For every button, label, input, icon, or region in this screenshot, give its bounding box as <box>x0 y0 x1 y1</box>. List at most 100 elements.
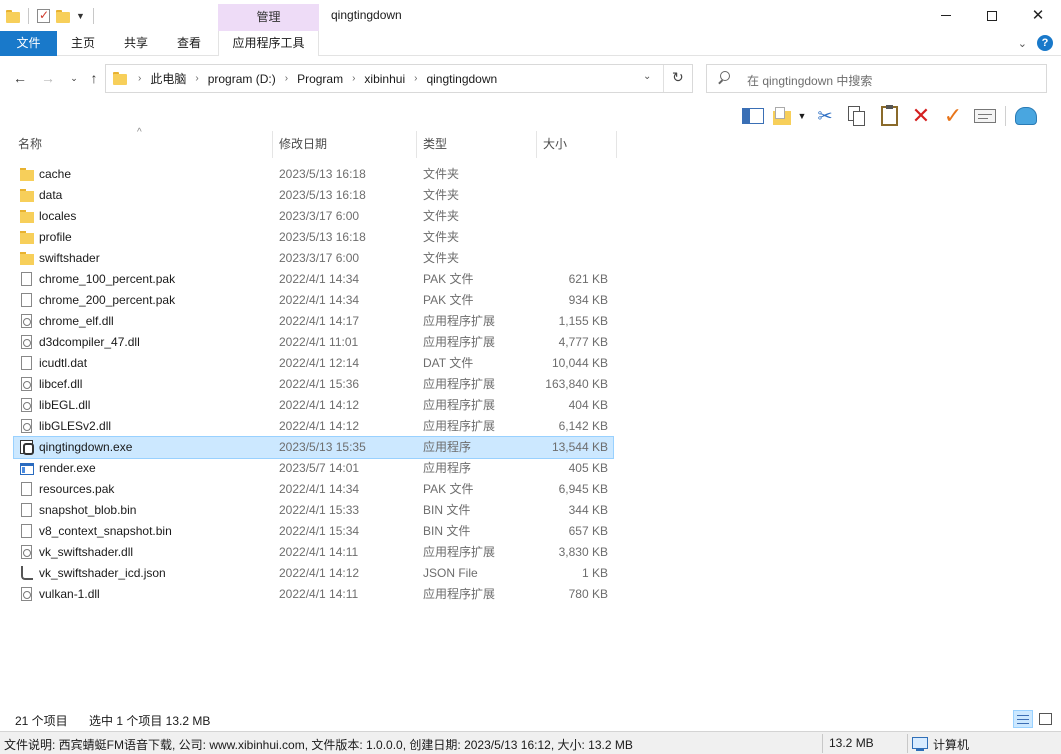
folder-file-icon <box>20 189 34 202</box>
cut-button[interactable]: ✂ <box>809 103 841 129</box>
tab-application-tools[interactable]: 应用程序工具 <box>218 31 319 56</box>
close-icon: ✕ <box>1031 7 1045 24</box>
file-type: BIN 文件 <box>423 503 471 517</box>
file-size: 621 KB <box>568 272 608 286</box>
back-button[interactable]: ← <box>9 67 31 89</box>
checkmark-icon: ✓ <box>943 103 963 128</box>
tab-file[interactable]: 文件 <box>0 31 57 56</box>
expand-ribbon-chevron-icon[interactable]: ⌄ <box>1018 37 1027 50</box>
large-icons-view-button[interactable] <box>1036 710 1056 728</box>
details-info-bar: 文件说明: 西宾蜻蜓FM语音下载, 公司: www.xibinhui.com, … <box>0 731 1061 754</box>
paste-button[interactable] <box>873 103 905 129</box>
file-row[interactable]: vk_swiftshader.dll 2022/4/1 14:11 应用程序扩展 3,… <box>14 542 613 563</box>
file-date-modified: 2022/4/1 14:12 <box>279 419 360 433</box>
search-input[interactable]: 在 qingtingdown 中搜索 <box>747 72 872 89</box>
new-folder-button[interactable] <box>769 103 795 129</box>
delete-button[interactable]: ✕ <box>905 103 937 129</box>
file-row[interactable]: libGLESv2.dll 2022/4/1 14:12 应用程序扩展 6,142 K… <box>14 416 613 437</box>
file-date-modified: 2022/4/1 11:01 <box>279 335 359 349</box>
file-type: PAK 文件 <box>423 293 474 307</box>
new-folder-icon[interactable] <box>56 9 70 23</box>
file-row[interactable]: render.exe 2023/5/7 14:01 应用程序 405 KB <box>14 458 613 479</box>
file-row[interactable]: d3dcompiler_47.dll 2022/4/1 11:01 应用程序扩展 4,… <box>14 332 613 353</box>
help-icon[interactable]: ? <box>1037 35 1053 51</box>
file-row[interactable]: vulkan-1.dll 2022/4/1 14:11 应用程序扩展 780 KB <box>14 584 613 605</box>
column-header-size[interactable]: 大小 <box>537 131 617 158</box>
file-row[interactable]: snapshot_blob.bin 2022/4/1 15:33 BIN 文件 344… <box>14 500 613 521</box>
file-type: JSON File <box>423 566 478 580</box>
breadcrumb-separator-icon[interactable]: › <box>138 73 141 84</box>
breadcrumb-program[interactable]: Program <box>297 72 343 86</box>
folder-file-icon <box>20 168 34 181</box>
breadcrumb-separator-icon[interactable]: › <box>285 73 288 84</box>
toolbar-divider <box>1005 106 1006 126</box>
file-row[interactable]: qingtingdown.exe 2023/5/13 15:35 应用程序 13,54… <box>13 436 614 459</box>
doc-file-icon <box>21 482 32 496</box>
tab-view[interactable]: 查看 <box>166 31 212 56</box>
file-row[interactable]: cache 2023/5/13 16:18 文件夹 <box>14 164 613 185</box>
tab-share[interactable]: 共享 <box>113 31 159 56</box>
breadcrumb-qingtingdown[interactable]: qingtingdown <box>426 72 497 86</box>
file-row[interactable]: vk_swiftshader_icd.json 2022/4/1 14:12 JSO… <box>14 563 613 584</box>
details-view-button[interactable] <box>1013 710 1033 728</box>
close-button[interactable]: ✕ <box>1015 0 1061 31</box>
up-button[interactable]: ↑ <box>83 67 105 89</box>
column-header-date[interactable]: 修改日期 <box>273 131 417 158</box>
file-row[interactable]: swiftshader 2023/3/17 6:00 文件夹 <box>14 248 613 269</box>
file-type: 应用程序扩展 <box>423 398 496 412</box>
item-count: 21 个项目 <box>15 714 68 728</box>
chevron-down-icon: ⌄ <box>70 72 78 83</box>
render-file-icon <box>20 463 34 475</box>
preview-pane-button[interactable] <box>737 103 769 129</box>
properties-button[interactable] <box>969 103 1001 129</box>
file-row[interactable]: libcef.dll 2022/4/1 15:36 应用程序扩展 163,840 KB <box>14 374 613 395</box>
file-row[interactable]: chrome_100_percent.pak 2022/4/1 14:34 PAK … <box>14 269 613 290</box>
tab-home[interactable]: 主页 <box>60 31 106 56</box>
file-row[interactable]: resources.pak 2022/4/1 14:34 PAK 文件 6,945 K… <box>14 479 613 500</box>
column-header-name[interactable]: 名称 <box>12 131 273 158</box>
dll-file-icon <box>21 398 32 412</box>
breadcrumb-drive[interactable]: program (D:) <box>208 72 276 86</box>
address-bar[interactable]: › 此电脑 › program (D:) › Program › xibinhu… <box>105 64 693 93</box>
file-name: libEGL.dll <box>39 398 91 412</box>
copy-button[interactable] <box>841 103 873 129</box>
file-row[interactable]: libEGL.dll 2022/4/1 14:12 应用程序扩展 404 KB <box>14 395 613 416</box>
minimize-button[interactable] <box>923 0 969 31</box>
breadcrumb-xibinhui[interactable]: xibinhui <box>364 72 405 86</box>
folder-icon[interactable] <box>6 9 20 23</box>
breadcrumb-this-pc[interactable]: 此电脑 <box>150 70 186 87</box>
file-name: swiftshader <box>39 251 100 265</box>
file-type: 应用程序 <box>423 440 472 454</box>
file-row[interactable]: chrome_elf.dll 2022/4/1 14:17 应用程序扩展 1,155 … <box>14 311 613 332</box>
infobar-size: 13.2 MB <box>829 736 874 750</box>
file-name: qingtingdown.exe <box>39 440 133 454</box>
file-row[interactable]: data 2023/5/13 16:18 文件夹 <box>14 185 613 206</box>
address-history-chevron-icon[interactable]: ⌄ <box>643 71 651 82</box>
file-row[interactable]: chrome_200_percent.pak 2022/4/1 14:34 PAK … <box>14 290 613 311</box>
recent-locations-button[interactable]: ⌄ <box>63 67 85 89</box>
file-row[interactable]: locales 2023/3/17 6:00 文件夹 <box>14 206 613 227</box>
search-box[interactable]: 在 qingtingdown 中搜索 <box>706 64 1047 93</box>
file-description-text: 文件说明: 西宾蜻蜓FM语音下载, 公司: www.xibinhui.com, … <box>4 738 633 752</box>
customize-qat-chevron-icon[interactable]: ▼ <box>76 11 85 21</box>
breadcrumb-separator-icon[interactable]: › <box>352 73 355 84</box>
folder-file-icon <box>20 231 34 244</box>
column-header-type[interactable]: 类型 <box>417 131 537 158</box>
json-file-icon <box>21 566 33 580</box>
file-row[interactable]: profile 2023/5/13 16:18 文件夹 <box>14 227 613 248</box>
file-date-modified: 2023/3/17 6:00 <box>279 251 360 265</box>
breadcrumb-separator-icon[interactable]: › <box>195 73 198 84</box>
refresh-icon[interactable]: ↻ <box>672 69 684 86</box>
rename-button[interactable]: ✓ <box>937 103 969 129</box>
new-item-dropdown[interactable]: ▼ <box>795 103 809 129</box>
address-divider <box>663 65 664 92</box>
file-row[interactable]: v8_context_snapshot.bin 2022/4/1 15:34 BIN… <box>14 521 613 542</box>
doc-file-icon <box>21 293 32 307</box>
forward-button[interactable]: → <box>37 67 59 89</box>
file-type: 文件夹 <box>423 251 460 265</box>
file-row[interactable]: icudtl.dat 2022/4/1 12:14 DAT 文件 10,044 KB <box>14 353 613 374</box>
options-button[interactable] <box>1010 103 1042 129</box>
properties-icon[interactable] <box>37 8 50 23</box>
breadcrumb-separator-icon[interactable]: › <box>414 73 417 84</box>
maximize-button[interactable] <box>969 0 1015 31</box>
